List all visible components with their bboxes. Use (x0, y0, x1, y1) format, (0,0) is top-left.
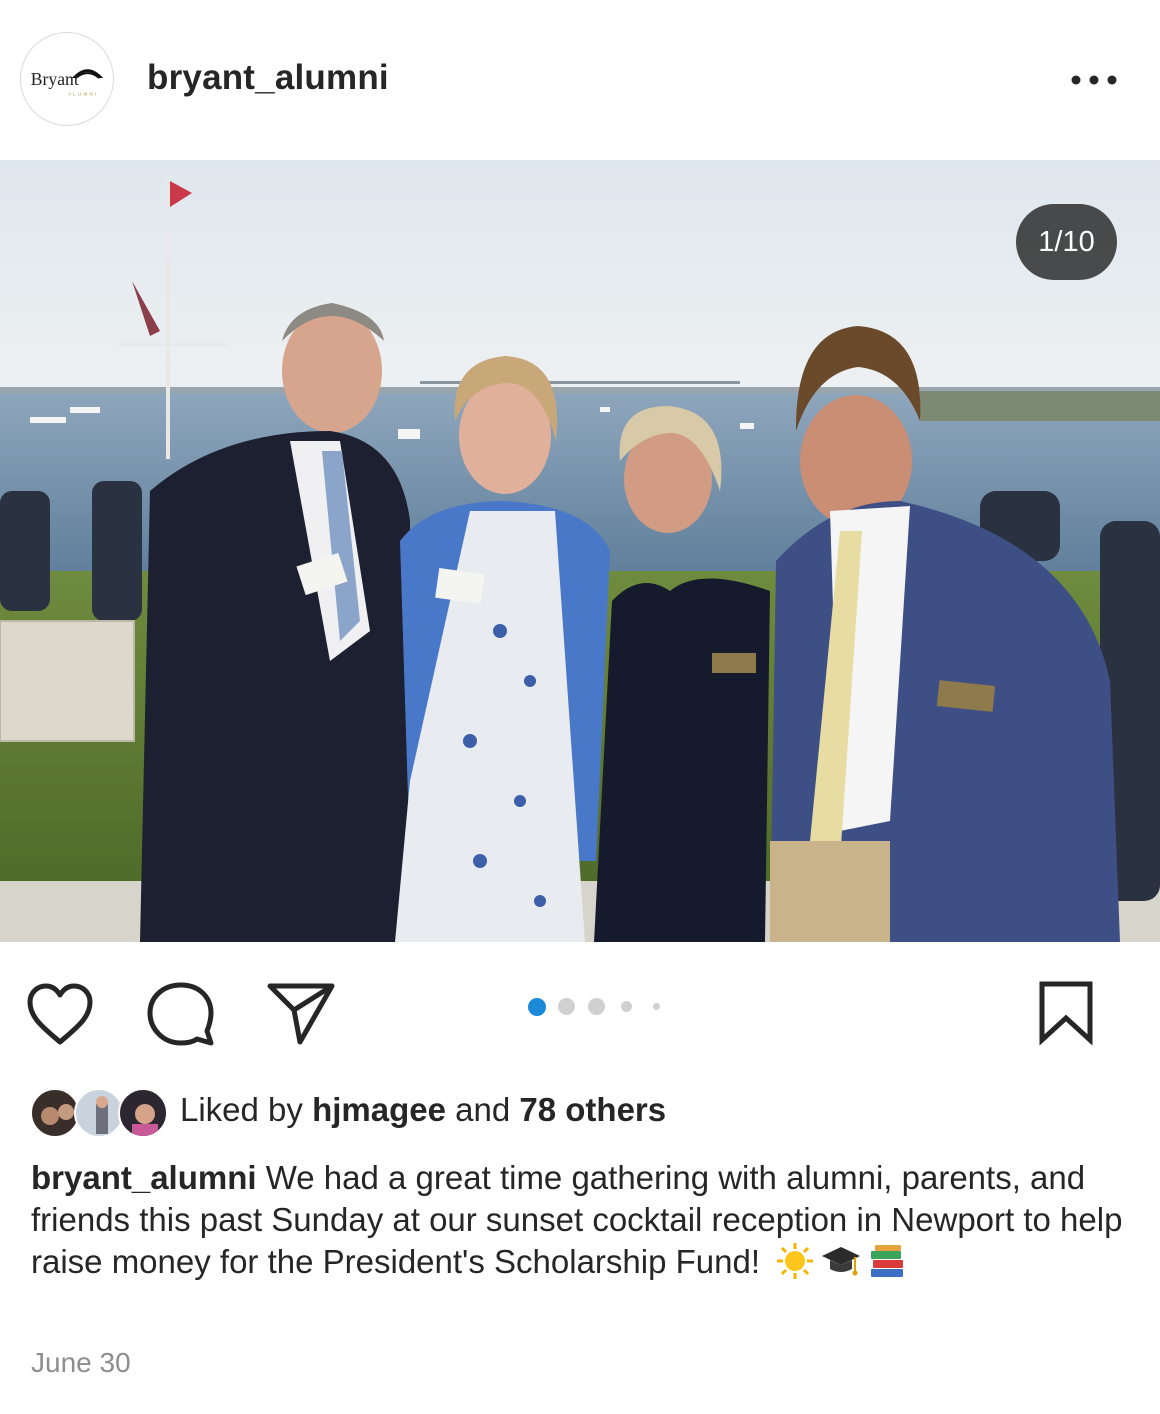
post-date[interactable]: June 30 (31, 1347, 131, 1379)
carousel-dot-active[interactable] (528, 998, 546, 1016)
sun-emoji (775, 1241, 815, 1281)
likes-summary[interactable]: Liked by hjmagee and 78 others (180, 1091, 666, 1129)
profile-avatar[interactable]: Bryant ALUMNI (20, 32, 114, 126)
graduation-cap-emoji (821, 1241, 861, 1281)
liker-avatar[interactable] (74, 1088, 124, 1138)
post-caption: bryant_alumni We had a great time gather… (31, 1157, 1131, 1283)
caption-username[interactable]: bryant_alumni (31, 1159, 257, 1196)
paper-plane-icon[interactable] (266, 980, 336, 1051)
post-username[interactable]: bryant_alumni (147, 58, 389, 98)
carousel-counter: 1/10 (1016, 204, 1117, 280)
svg-text:Bryant: Bryant (31, 69, 79, 89)
carousel-dot[interactable] (621, 1001, 632, 1012)
svg-text:ALUMNI: ALUMNI (68, 92, 98, 98)
likes-prefix: Liked by (180, 1091, 313, 1128)
post-photo[interactable] (0, 160, 1160, 942)
carousel-dot[interactable] (558, 998, 575, 1015)
books-emoji (867, 1241, 907, 1281)
liker-username[interactable]: hjmagee (312, 1091, 446, 1128)
carousel-indicator (526, 997, 666, 1017)
likes-others[interactable]: 78 others (519, 1091, 666, 1128)
heart-icon[interactable] (24, 982, 96, 1051)
bookmark-icon[interactable] (1036, 980, 1096, 1051)
liker-avatar[interactable] (118, 1088, 168, 1138)
likes-middle: and (445, 1091, 520, 1128)
carousel-dot[interactable] (653, 1003, 660, 1010)
carousel-dot[interactable] (588, 998, 605, 1015)
post-header: Bryant ALUMNI bryant_alumni (0, 0, 1160, 160)
likes-row: Liked by hjmagee and 78 others (30, 1085, 1130, 1145)
bryant-logo: Bryant ALUMNI (31, 69, 104, 98)
liker-avatar[interactable] (30, 1088, 80, 1138)
more-options-icon[interactable] (1064, 62, 1124, 98)
comment-icon[interactable] (145, 981, 215, 1052)
